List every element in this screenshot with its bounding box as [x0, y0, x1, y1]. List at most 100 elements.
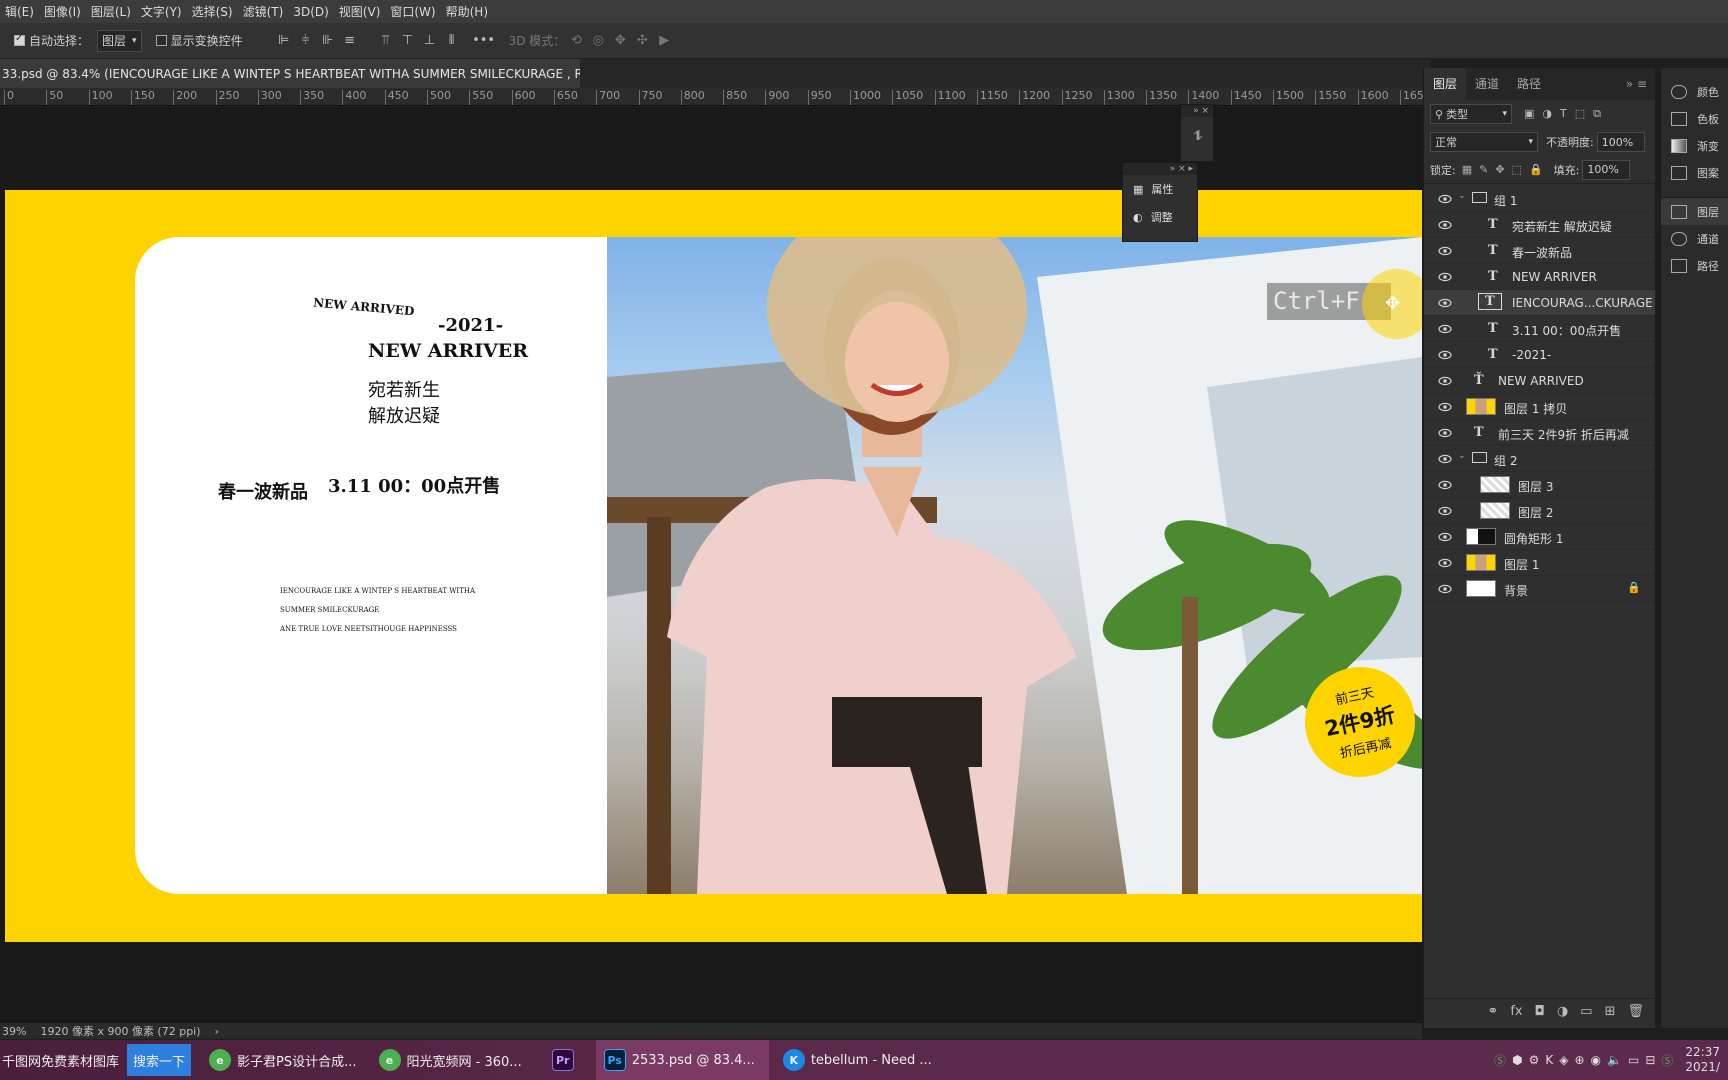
tab-paths[interactable]: 路径	[1508, 68, 1550, 100]
mask-icon[interactable]: ◘	[1535, 1004, 1545, 1019]
eye-icon[interactable]	[1438, 556, 1452, 570]
fx-icon[interactable]: fx	[1510, 1004, 1522, 1019]
menu-help[interactable]: 帮助(H)	[441, 3, 493, 20]
trash-icon[interactable]: 🗑	[1627, 1004, 1644, 1019]
new-layer-icon[interactable]: ⊞	[1605, 1004, 1616, 1019]
tray-app-icon[interactable]: ⚙	[1529, 1053, 1540, 1067]
dock-channels[interactable]: 通道	[1661, 225, 1728, 252]
align-top-icon[interactable]: ⫪	[375, 30, 397, 52]
sale-time-text[interactable]: 3.11 00：00点开售	[328, 472, 500, 498]
eye-icon[interactable]	[1438, 244, 1452, 258]
distribute-v-icon[interactable]: ⦀	[441, 30, 463, 52]
adjustments-item[interactable]: ◐ 调整	[1123, 203, 1197, 231]
menu-select[interactable]: 选择(S)	[187, 3, 238, 20]
auto-select-checkbox[interactable]	[14, 33, 25, 46]
small-text-line-2[interactable]: SUMMER SMILECKURAGE	[280, 606, 379, 614]
menu-filter[interactable]: 滤镜(T)	[238, 3, 289, 20]
menu-window[interactable]: 窗口(W)	[385, 3, 440, 20]
slogan-line-1[interactable]: 宛若新生	[368, 376, 440, 402]
tab-channels[interactable]: 通道	[1466, 68, 1508, 100]
align-right-icon[interactable]: ⊪	[317, 30, 339, 52]
auto-select-dropdown[interactable]: 图层 ▾	[97, 29, 142, 52]
history-icon[interactable]: ⥮	[1187, 125, 1209, 147]
taskbar-music-app[interactable]: Ktebellum - Need ...	[775, 1040, 940, 1080]
eye-icon[interactable]	[1438, 504, 1452, 518]
blend-mode-dropdown[interactable]: 正常 ▾	[1430, 132, 1538, 152]
tray-app-icon[interactable]: ◈	[1559, 1053, 1568, 1067]
eye-icon[interactable]	[1438, 400, 1452, 414]
year-text[interactable]: -2021-	[438, 315, 503, 336]
chevron-down-icon[interactable]: ⌄	[1458, 451, 1466, 461]
menu-edit[interactable]: 辑(E)	[0, 3, 39, 20]
headline-new-arriver[interactable]: NEW ARRIVER	[368, 340, 528, 362]
tray-app-icon[interactable]: K	[1545, 1053, 1553, 1067]
document-canvas[interactable]: NEW ARRIVED -2021- NEW ARRIVER 宛若新生 解放迟疑…	[5, 190, 1422, 942]
eye-icon[interactable]	[1438, 530, 1452, 544]
align-vcenter-icon[interactable]: ⊤	[397, 30, 419, 52]
layer-row[interactable]: ⌄ 组 1	[1424, 186, 1655, 212]
layer-row[interactable]: T 宛若新生 解放迟疑	[1424, 212, 1655, 238]
eye-icon[interactable]	[1438, 374, 1452, 388]
dock-gradients[interactable]: 渐变	[1661, 132, 1728, 159]
status-arrow-icon[interactable]: ›	[215, 1025, 219, 1038]
tray-app-icon[interactable]: ⬢	[1512, 1053, 1522, 1067]
eye-icon[interactable]	[1438, 192, 1452, 206]
taskbar-photoshop[interactable]: Ps 2533.psd @ 83.4...	[595, 1040, 769, 1080]
layer-row[interactable]: 圆角矩形 1	[1424, 524, 1655, 550]
layer-row[interactable]: T 3.11 00：00点开售	[1424, 316, 1655, 342]
zoom-level[interactable]: 39%	[2, 1025, 26, 1038]
eye-icon[interactable]	[1438, 296, 1452, 310]
eye-icon[interactable]	[1438, 322, 1452, 336]
menu-type[interactable]: 文字(Y)	[136, 3, 187, 20]
tray-app-icon[interactable]: Ⓢ	[1661, 1052, 1673, 1069]
tray-app-icon[interactable]: Ⓢ	[1494, 1052, 1506, 1069]
layer-row[interactable]: 图层 2	[1424, 498, 1655, 524]
new-group-icon[interactable]: ▭	[1580, 1004, 1592, 1019]
properties-item[interactable]: ▦ 属性	[1123, 175, 1197, 203]
eye-icon[interactable]	[1438, 478, 1452, 492]
align-left-icon[interactable]: ⊫	[273, 30, 295, 52]
panel-menu-icon[interactable]: » ≡	[1626, 77, 1647, 91]
menu-image[interactable]: 图像(I)	[39, 3, 86, 20]
taskbar-browser-1[interactable]: e 影子君PS设计合成...	[201, 1040, 365, 1080]
distribute-icon[interactable]: ≡	[339, 30, 361, 52]
layer-row[interactable]: Ť NEW ARRIVED	[1424, 368, 1655, 394]
eye-icon[interactable]	[1438, 426, 1452, 440]
taskbar-browser-2[interactable]: e 阳光宽频网 - 360...	[371, 1040, 530, 1080]
dock-paths[interactable]: 路径	[1661, 252, 1728, 279]
layer-row[interactable]: 背景 🔒	[1424, 576, 1655, 602]
link-layers-icon[interactable]: ⚭	[1487, 1004, 1498, 1019]
dock-patterns[interactable]: 图案	[1661, 159, 1728, 186]
lock-icon[interactable]: 🔒	[1627, 581, 1641, 594]
show-transform-checkbox[interactable]	[155, 35, 167, 46]
align-bottom-icon[interactable]: ⊥	[419, 30, 441, 52]
orbit-3d-icon[interactable]: ⟲	[565, 30, 587, 52]
camera-3d-icon[interactable]: ▶	[653, 30, 675, 52]
dock-color[interactable]: 颜色	[1661, 78, 1728, 105]
document-tab[interactable]: 33.psd @ 83.4% (IENCOURAGE LIKE A WINTEP…	[0, 59, 580, 88]
layer-row[interactable]: T 春一波新品	[1424, 238, 1655, 264]
tab-layers[interactable]: 图层	[1424, 68, 1467, 100]
layer-row[interactable]: ⌄ 组 2	[1424, 446, 1655, 472]
eye-icon[interactable]	[1438, 582, 1452, 596]
align-hcenter-icon[interactable]: ⫩	[295, 30, 317, 52]
dock-swatches[interactable]: 色板	[1661, 105, 1728, 132]
eye-icon[interactable]	[1438, 270, 1452, 284]
menu-layer[interactable]: 图层(L)	[86, 3, 136, 20]
more-options-button[interactable]: •••	[472, 30, 495, 52]
taskbar-search-button[interactable]: 搜索一下	[127, 1044, 192, 1076]
spring-new-text[interactable]: 春一波新品	[218, 478, 308, 504]
roll-3d-icon[interactable]: ◎	[587, 30, 609, 52]
layer-filter-dropdown[interactable]: ⚲ 类型 ▾	[1430, 104, 1512, 124]
layer-row[interactable]: 图层 1 拷贝	[1424, 394, 1655, 420]
tray-app-icon[interactable]: ⊕	[1574, 1053, 1584, 1067]
layer-row[interactable]: 图层 1	[1424, 550, 1655, 576]
menu-3d[interactable]: 3D(D)	[288, 5, 333, 19]
eye-icon[interactable]	[1438, 452, 1452, 466]
tray-app-icon[interactable]: ⊟	[1645, 1053, 1655, 1067]
small-text-line-1[interactable]: IENCOURAGE LIKE A WINTEP S HEARTBEAT WIT…	[280, 587, 475, 595]
pan-3d-icon[interactable]: ✥	[609, 30, 631, 52]
eye-icon[interactable]	[1438, 348, 1452, 362]
volume-icon[interactable]: 🔈	[1607, 1053, 1622, 1067]
menu-view[interactable]: 视图(V)	[334, 3, 386, 20]
